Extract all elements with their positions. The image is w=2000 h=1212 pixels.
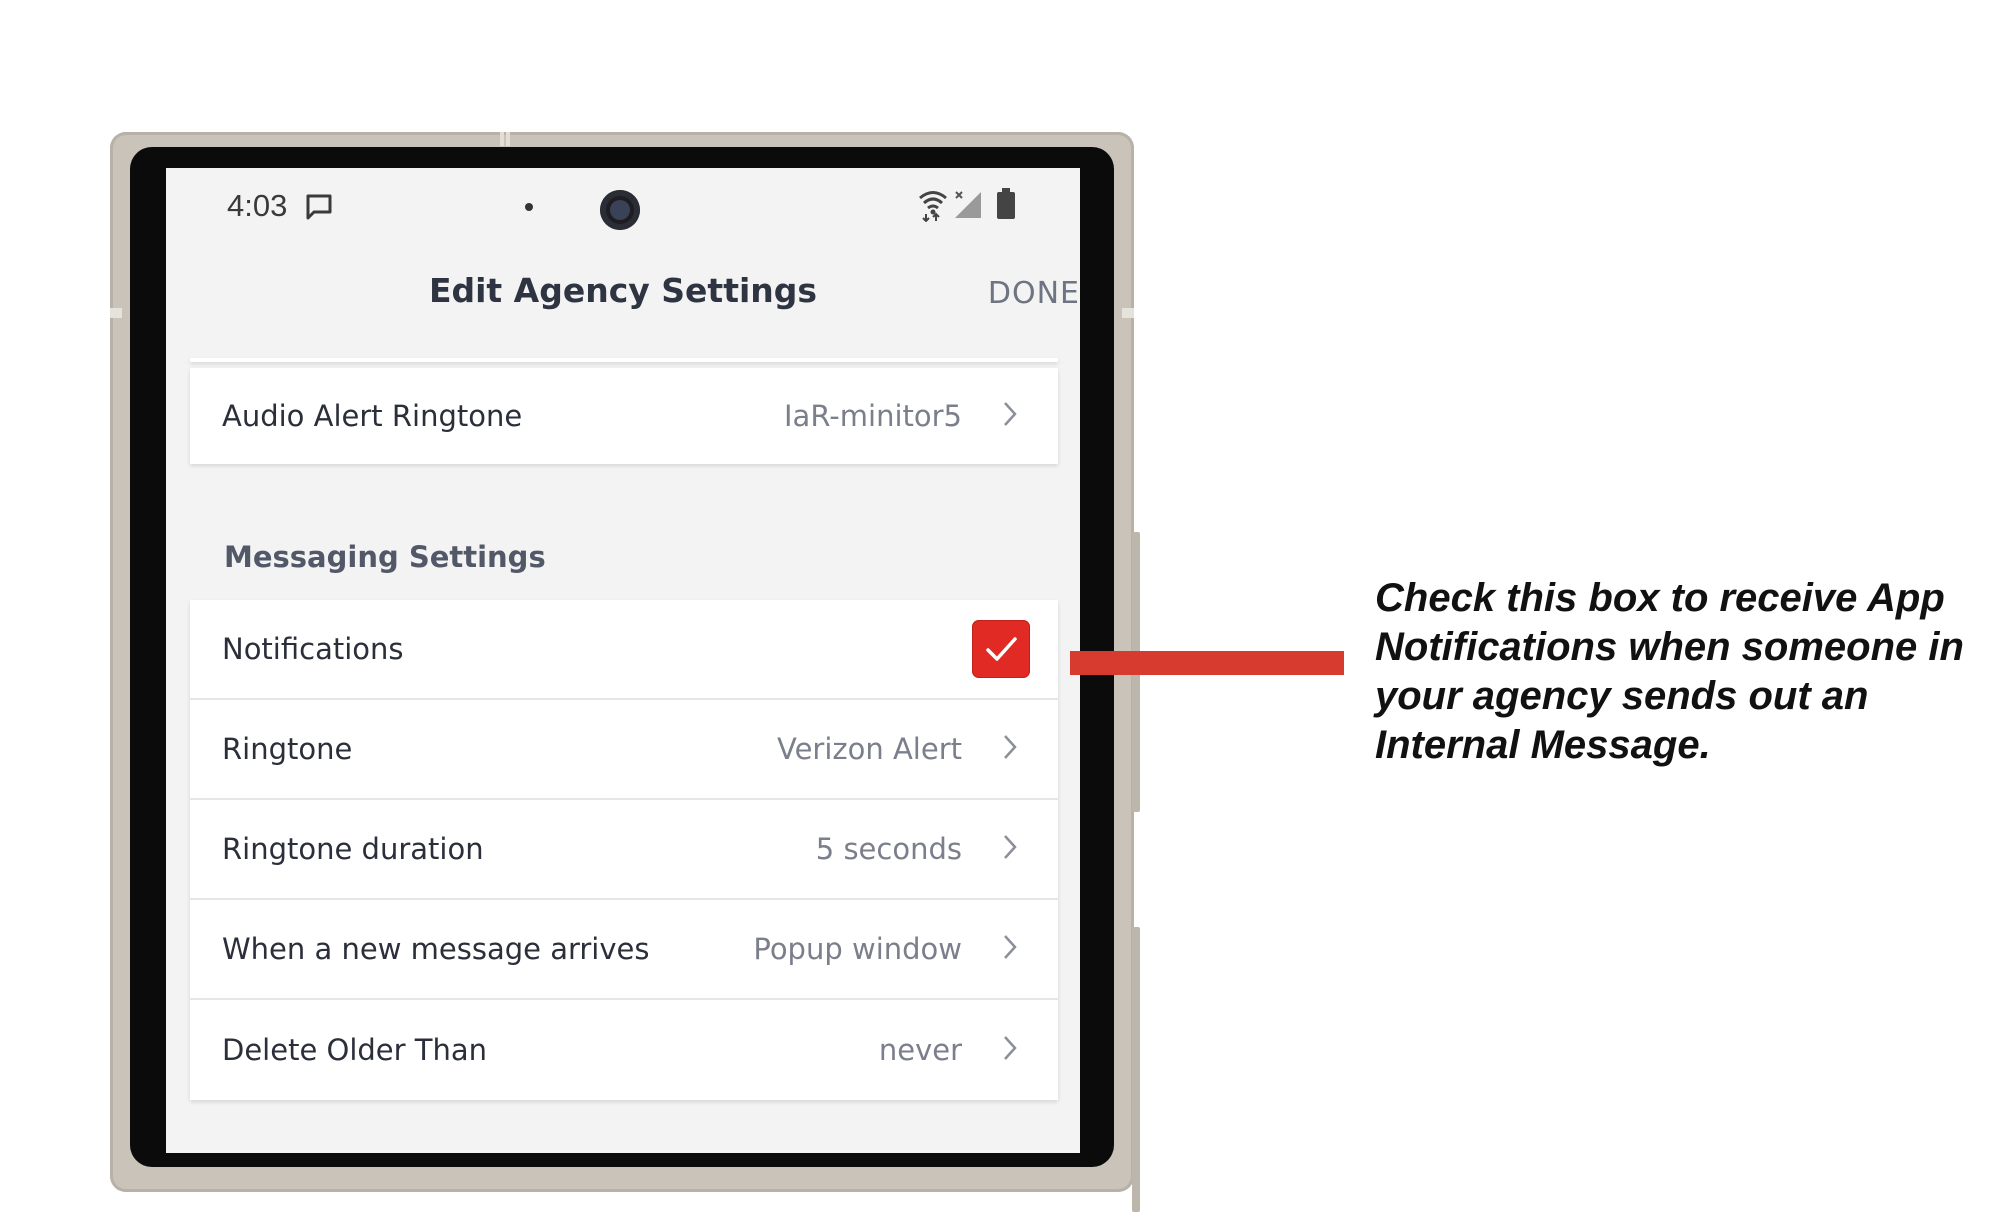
frame-notch (110, 308, 122, 318)
row-label: Ringtone duration (222, 832, 484, 866)
notification-dot (525, 203, 533, 211)
wifi-icon (918, 188, 948, 226)
front-camera (600, 190, 640, 230)
message-icon (304, 193, 334, 225)
row-label: Notifications (222, 632, 404, 666)
audio-alert-ringtone-row[interactable]: Audio Alert Ringtone IaR-minitor5 (190, 368, 1058, 464)
signal-icon (953, 190, 983, 224)
chevron-right-icon (1002, 733, 1018, 765)
row-value: 5 seconds (815, 832, 962, 866)
status-time: 4:03 (227, 188, 288, 223)
ringtone-row[interactable]: Ringtone Verizon Alert (190, 700, 1058, 800)
battery-icon (996, 188, 1016, 224)
chevron-right-icon (1002, 833, 1018, 865)
messaging-settings-card: Notifications Ringtone Verizon Alert Rin… (190, 600, 1058, 1100)
audio-alert-card: Audio Alert Ringtone IaR-minitor5 (190, 368, 1058, 464)
row-label: Delete Older Than (222, 1033, 488, 1067)
checkmark-icon (986, 637, 1017, 661)
delete-older-than-row[interactable]: Delete Older Than never (190, 1000, 1058, 1100)
frame-seam (500, 132, 504, 146)
phone-screen: 4:03 Edit Agency Settings DONE Audio Ale… (166, 168, 1080, 1153)
notifications-checkbox[interactable] (972, 620, 1030, 678)
callout-line (1070, 651, 1344, 675)
chevron-right-icon (1002, 1034, 1018, 1066)
row-label: Audio Alert Ringtone (222, 399, 523, 433)
done-button[interactable]: DONE (988, 276, 1080, 311)
settings-card-top-edge (190, 358, 1058, 362)
page-title: Edit Agency Settings (428, 271, 818, 310)
callout-text: Check this box to receive App Notificati… (1375, 576, 1964, 767)
power-button (1132, 927, 1140, 1212)
chevron-right-icon (1002, 400, 1018, 432)
new-message-behavior-row[interactable]: When a new message arrives Popup window (190, 900, 1058, 1000)
chevron-right-icon (1002, 933, 1018, 965)
section-title-messaging: Messaging Settings (224, 540, 546, 574)
notifications-row[interactable]: Notifications (190, 600, 1058, 700)
row-value: Popup window (753, 932, 962, 966)
row-value: IaR-minitor5 (784, 399, 962, 433)
row-value: Verizon Alert (776, 732, 962, 766)
frame-notch (1122, 308, 1134, 318)
row-label: Ringtone (222, 732, 353, 766)
row-value: never (878, 1033, 962, 1067)
row-label: When a new message arrives (222, 932, 650, 966)
frame-seam (506, 132, 510, 146)
ringtone-duration-row[interactable]: Ringtone duration 5 seconds (190, 800, 1058, 900)
